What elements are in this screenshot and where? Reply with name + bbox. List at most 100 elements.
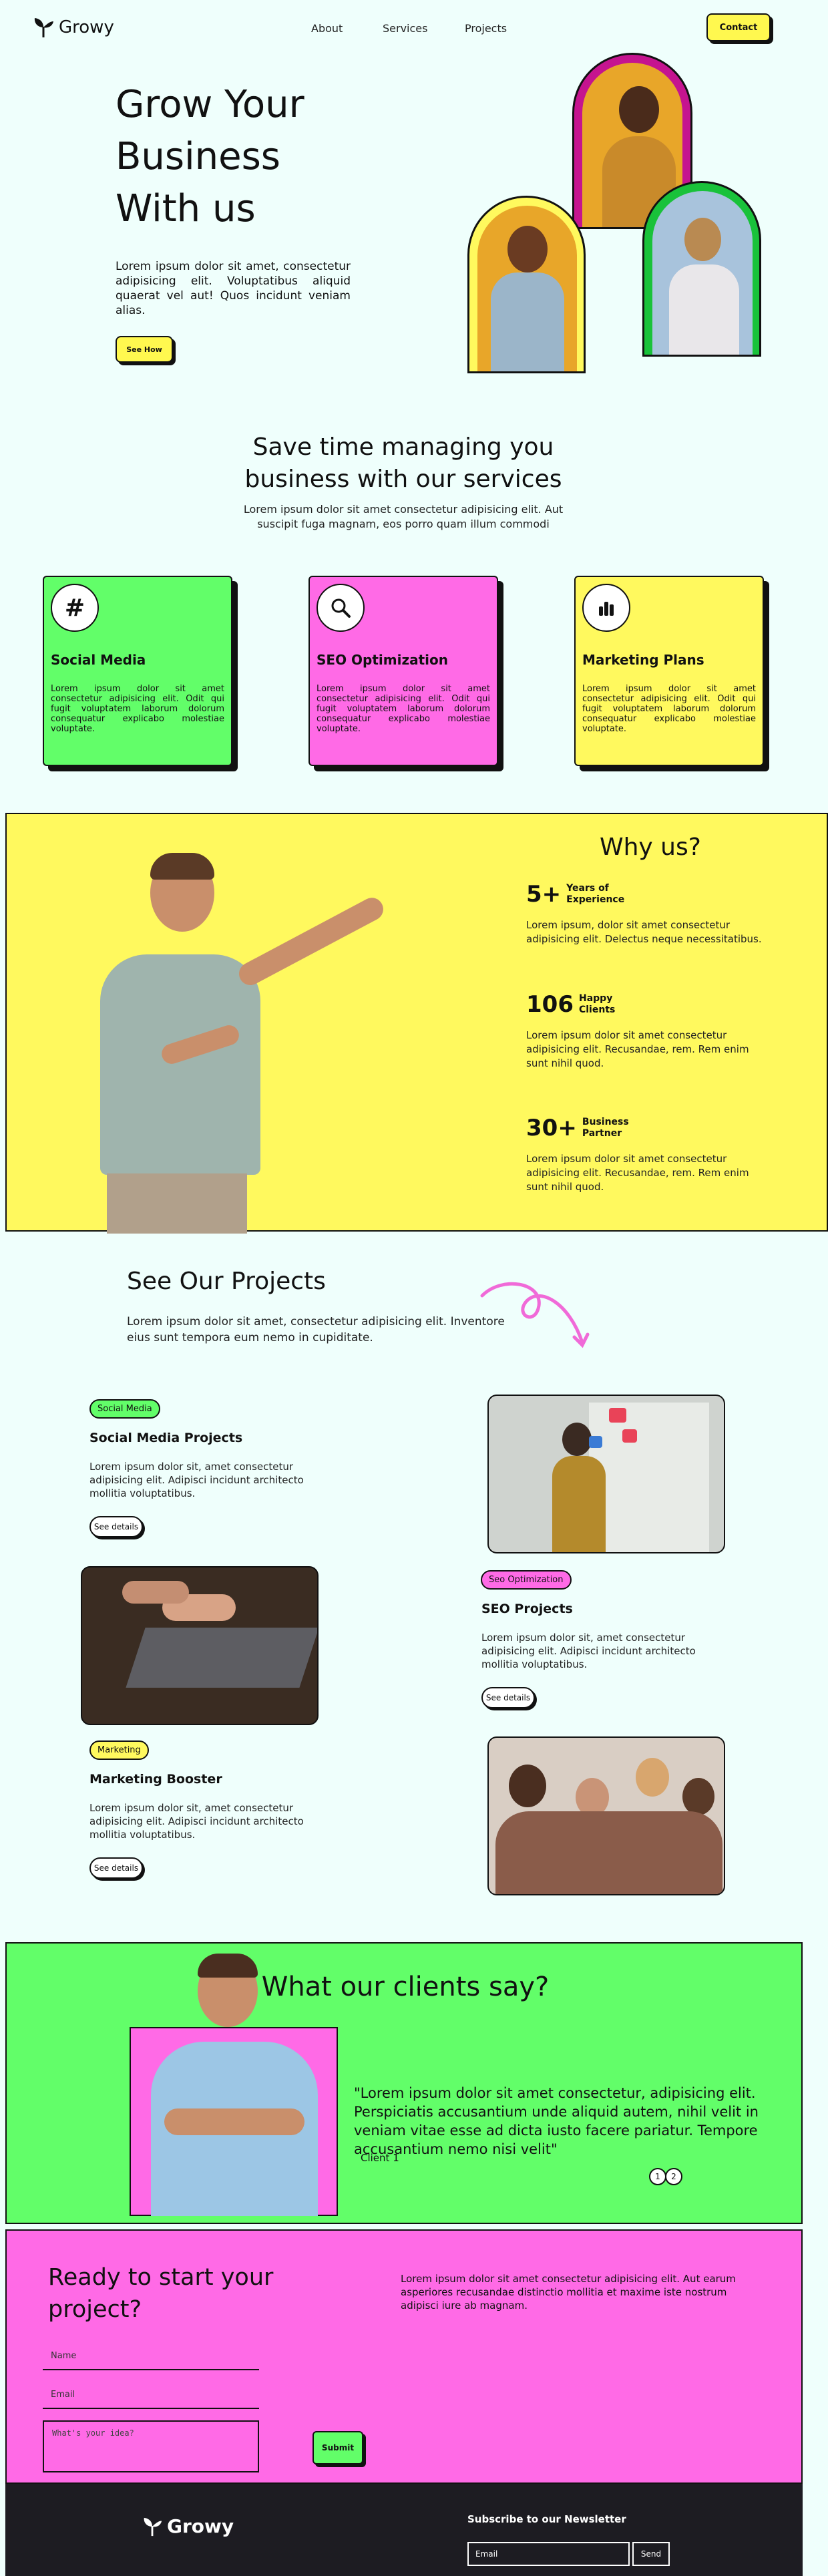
client-name: Client 1 (361, 2152, 399, 2164)
hashtag-glyph: # (64, 594, 85, 622)
submit-button[interactable]: Submit (313, 2431, 363, 2464)
contact-title-line: project? (48, 2296, 142, 2323)
brand-name: Growy (59, 17, 114, 37)
hero-title-line: Grow Your (116, 83, 304, 126)
why-us-title: Why us? (600, 834, 701, 861)
services-subtitle-line: Lorem ipsum dolor sit amet consectetur a… (243, 503, 564, 516)
services-title-line: Save time managing you (252, 433, 554, 461)
pagination-dot-2[interactable]: 2 (665, 2168, 682, 2185)
stat-label-line: Clients (578, 1004, 616, 1015)
search-icon (317, 584, 365, 632)
nav-link-about[interactable]: About (311, 22, 343, 35)
see-details-button[interactable]: See details (481, 1687, 535, 1708)
services-title-line: business with our services (244, 466, 562, 493)
email-placeholder: Email (51, 2390, 75, 2400)
sprout-icon (144, 2517, 162, 2536)
hero-title-line: Business (116, 135, 280, 178)
idea-textarea[interactable]: What's your idea? (43, 2420, 259, 2472)
why-us-section: Why us? 5+ Years of Experience Lorem ipsu… (5, 813, 828, 1234)
service-card-title: Marketing Plans (582, 652, 704, 668)
stat-text: Lorem ipsum dolor sit amet consectetur a… (526, 1029, 749, 1069)
footer-brand[interactable]: Growy (142, 2515, 234, 2537)
projects-subtitle: Lorem ipsum dolor sit amet, consectetur … (127, 1315, 505, 1344)
contact-button[interactable]: Contact (706, 13, 771, 41)
service-card-title: Social Media (51, 652, 146, 668)
social-media-project-image (487, 1395, 725, 1553)
hero-person-image (652, 191, 753, 355)
newsletter-send-button[interactable]: Send (632, 2542, 670, 2566)
stat-number: 30+ (526, 1115, 577, 1141)
bar-chart-icon (582, 584, 630, 632)
stat-label: Happy Clients (579, 993, 615, 1016)
pointing-man-image (80, 853, 427, 1234)
stat-label: Years of Experience (566, 883, 624, 906)
stat-partners: 30+ Business Partner Lorem ipsum dolor si… (526, 1115, 767, 1194)
footer-brand-name: Growy (167, 2515, 234, 2537)
stat-years: 5+ Years of Experience Lorem ipsum, dolor… (526, 881, 767, 946)
services-title: Save time managing you business with our… (0, 431, 807, 496)
project-title: Marketing Booster (89, 1772, 222, 1787)
see-details-button[interactable]: See details (89, 1857, 143, 1879)
project-badge: Marketing (89, 1740, 149, 1760)
service-card-social-media[interactable]: # Social Media Lorem ipsum dolor sit ame… (43, 576, 232, 766)
project-title: Social Media Projects (89, 1431, 243, 1445)
service-card-marketing[interactable]: Marketing Plans Lorem ipsum dolor sit am… (574, 576, 764, 766)
bar-chart-icon-glyph (599, 602, 614, 616)
marketing-project-image (487, 1736, 725, 1895)
newsletter-email-input[interactable]: Email (467, 2542, 630, 2566)
services-subtitle: Lorem ipsum dolor sit amet consectetur a… (0, 502, 807, 532)
stat-label-line: Happy (578, 993, 613, 1004)
client-photo (130, 1954, 338, 2216)
hero-person-image (477, 206, 577, 371)
stat-number: 106 (526, 991, 574, 1018)
stat-clients: 106 Happy Clients Lorem ipsum dolor sit a… (526, 991, 767, 1071)
stat-label-line: Years of (566, 883, 609, 894)
testimonial-title: What our clients say? (261, 1972, 550, 2002)
project-badge: Seo Optimization (481, 1570, 572, 1590)
stat-label-line: Partner (582, 1128, 622, 1139)
name-placeholder: Name (51, 2351, 77, 2361)
hero-image-yellow-frame (467, 196, 586, 373)
projects-title: See Our Projects (127, 1268, 326, 1295)
nav-link-services[interactable]: Services (383, 22, 427, 35)
email-field-underline (43, 2408, 259, 2409)
contact-section: Ready to start your project? Lorem ipsum… (5, 2229, 803, 2484)
project-text: Lorem ipsum dolor sit, amet consectetur … (89, 1461, 304, 1499)
hero-title-line: With us (116, 187, 256, 230)
stat-label-line: Experience (566, 894, 625, 905)
stat-text: Lorem ipsum, dolor sit amet consectetur … (526, 919, 762, 945)
nav-link-projects[interactable]: Projects (465, 22, 507, 35)
project-title: SEO Projects (481, 1602, 573, 1616)
service-card-text: Lorem ipsum dolor sit amet consectetur a… (51, 684, 224, 734)
project-badge: Social Media (89, 1399, 160, 1419)
see-details-button[interactable]: See details (89, 1516, 143, 1537)
sprout-icon (34, 18, 53, 37)
service-card-text: Lorem ipsum dolor sit amet consectetur a… (582, 684, 756, 734)
hero-title: Grow Your Business With us (116, 79, 304, 235)
seo-project-image (81, 1566, 319, 1725)
brand-logo[interactable]: Growy (32, 16, 114, 39)
pagination-dot-1[interactable]: 1 (649, 2168, 666, 2185)
search-icon-glyph (331, 598, 351, 618)
testimonial-quote: "Lorem ipsum dolor sit amet consectetur,… (354, 2085, 759, 2157)
stat-label-line: Business (582, 1117, 629, 1127)
newsletter-title: Subscribe to our Newsletter (467, 2513, 626, 2525)
service-card-text: Lorem ipsum dolor sit amet consectetur a… (317, 684, 490, 734)
hero-text: Lorem ipsum dolor sit amet, consectetur … (116, 260, 351, 317)
name-field-underline (43, 2369, 259, 2370)
footer: Growy Subscribe to our Newsletter Email … (5, 2484, 803, 2576)
testimonial-section: What our clients say? "Lorem ipsum dolor… (5, 1942, 803, 2224)
service-card-seo[interactable]: SEO Optimization Lorem ipsum dolor sit a… (308, 576, 498, 766)
stat-label: Business Partner (582, 1117, 629, 1139)
stat-text: Lorem ipsum dolor sit amet consectetur a… (526, 1153, 749, 1193)
service-card-title: SEO Optimization (317, 652, 448, 668)
services-subtitle-line: suscipit fuga magnam, eos porro quam ill… (257, 518, 550, 530)
curly-arrow-icon (480, 1282, 590, 1348)
email-field[interactable]: Email (43, 2390, 259, 2409)
hashtag-icon: # (51, 584, 99, 632)
see-how-button[interactable]: See How (116, 336, 173, 363)
hero-image-green-frame (642, 181, 761, 357)
name-field[interactable]: Name (43, 2351, 259, 2370)
contact-text: Lorem ipsum dolor sit amet consectetur a… (401, 2273, 736, 2312)
project-text: Lorem ipsum dolor sit, amet consectetur … (481, 1632, 696, 1670)
